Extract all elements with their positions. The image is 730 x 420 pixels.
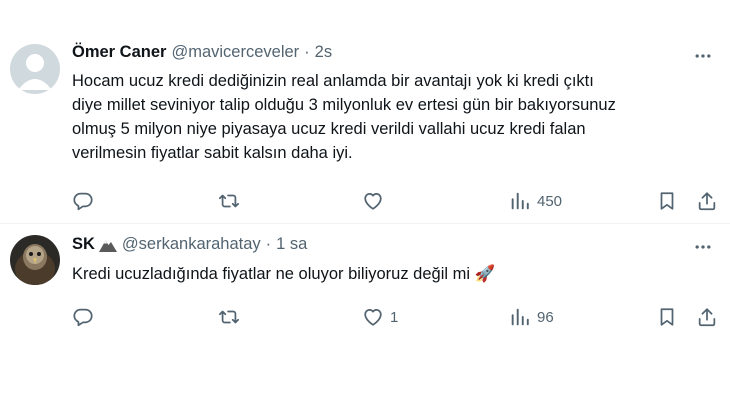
author-handle[interactable]: @serkankarahatay xyxy=(122,235,261,254)
views-button[interactable]: 450 xyxy=(509,188,562,214)
timestamp[interactable]: 2s xyxy=(315,43,332,62)
share-icon xyxy=(698,192,716,211)
retweet-icon xyxy=(218,194,240,208)
eagle-avatar-image xyxy=(10,235,60,285)
like-button[interactable] xyxy=(362,188,390,214)
tweet-text-line: verilmesin fiyatlar sabit kalsın daha iy… xyxy=(72,144,353,162)
retweet-button[interactable] xyxy=(218,304,240,330)
reply-button[interactable] xyxy=(72,188,94,214)
like-icon xyxy=(364,308,382,326)
author-name[interactable]: SK xyxy=(72,235,95,254)
like-icon xyxy=(364,192,382,210)
tweet-1[interactable]: Ömer Caner @mavicerceveler · 2s Hocam uc… xyxy=(0,28,730,224)
bookmark-button[interactable] xyxy=(656,304,678,330)
separator: · xyxy=(265,235,272,253)
eagle-avatar[interactable] xyxy=(10,235,60,285)
action-bar: 450 xyxy=(72,188,718,214)
views-count: 96 xyxy=(537,308,554,326)
tweet-text-content: Kredi ucuzladığında fiyatlar ne oluyor b… xyxy=(72,265,471,283)
tweet-2[interactable]: SK @serkankarahatay · 1 sa Kredi ucuzlad… xyxy=(0,224,730,336)
views-count: 450 xyxy=(537,192,563,210)
separator: · xyxy=(304,43,310,61)
rocket-emoji: 🚀 xyxy=(474,265,496,283)
views-icon xyxy=(511,192,529,210)
tweet-text-line: Kredi ucuzladığında fiyatlar ne oluyor b… xyxy=(72,262,710,286)
bookmark-button[interactable] xyxy=(656,188,678,214)
more-icon[interactable] xyxy=(692,45,714,67)
tweet-text-line: olmuş 5 milyon niye piyasaya ucuz kredi … xyxy=(72,120,586,138)
retweet-icon xyxy=(218,310,240,324)
reply-icon xyxy=(73,308,93,327)
author-name[interactable]: Ömer Caner xyxy=(72,43,166,62)
share-icon xyxy=(698,308,716,327)
author-handle[interactable]: @mavicerceveler xyxy=(171,43,299,62)
default-avatar[interactable] xyxy=(10,44,60,94)
tweet-header: Ömer Caner @mavicerceveler · 2s xyxy=(72,43,332,62)
like-count: 1 xyxy=(390,308,399,326)
mountain-emoji xyxy=(98,237,117,253)
tweet-text-line: Hocam ucuz kredi dediğinizin real anlamd… xyxy=(72,72,594,90)
share-button[interactable] xyxy=(696,304,718,330)
tweet-header: SK @serkankarahatay · 1 sa xyxy=(72,235,307,254)
like-button[interactable]: 1 xyxy=(362,304,398,330)
views-button[interactable]: 96 xyxy=(509,304,554,330)
reply-icon xyxy=(73,192,93,211)
reply-button[interactable] xyxy=(72,304,94,330)
more-icon[interactable] xyxy=(692,236,714,258)
views-icon xyxy=(511,308,529,326)
default-avatar-image xyxy=(10,44,60,94)
tweet-text: Kredi ucuzladığında fiyatlar ne oluyor b… xyxy=(72,262,710,286)
retweet-button[interactable] xyxy=(218,188,240,214)
tweet-text-line: diye millet seviniyor talip olduğu 3 mil… xyxy=(72,96,616,114)
timestamp[interactable]: 1 sa xyxy=(276,235,307,254)
action-bar: 1 96 xyxy=(72,304,718,330)
share-button[interactable] xyxy=(696,188,718,214)
bookmark-icon xyxy=(660,192,674,210)
tweet-text: Hocam ucuz kredi dediğinizin real anlamd… xyxy=(72,69,710,165)
bookmark-icon xyxy=(660,308,674,326)
